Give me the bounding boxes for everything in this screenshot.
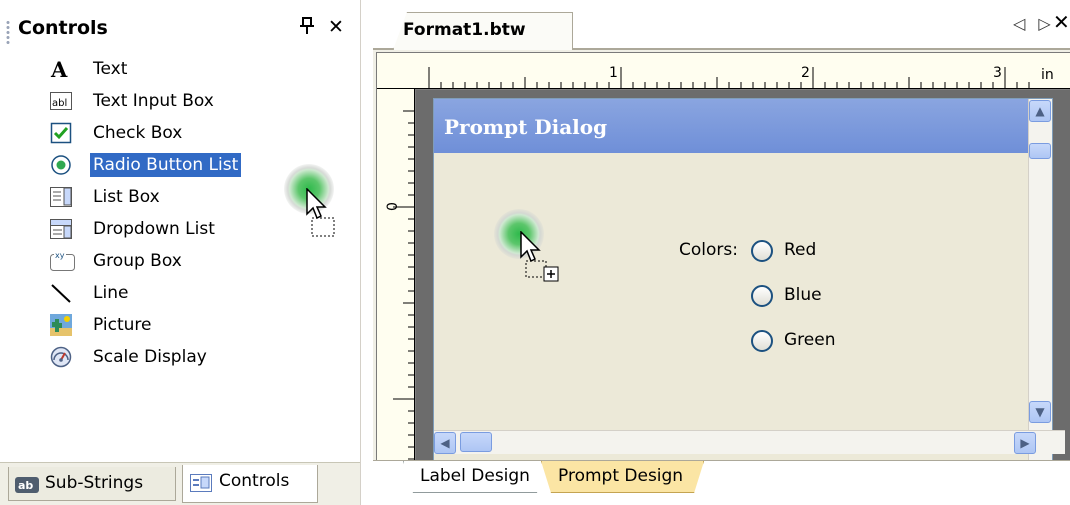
ruler-number: 0 (385, 202, 401, 211)
dialog-title: Prompt Dialog (444, 115, 608, 139)
radio-circle (751, 330, 773, 352)
design-canvas[interactable]: Prompt Dialog Colors: Red Blue Green ▲ ▼… (416, 90, 1070, 478)
document-tab-label: Format1.btw (403, 20, 526, 40)
svg-text:ab: ab (18, 479, 33, 492)
panel-splitter[interactable] (360, 0, 373, 505)
tab-scroll-arrows[interactable]: ◁ ▷ (1013, 14, 1055, 33)
ruler-number: 1 (609, 65, 618, 81)
pin-glyph (300, 17, 314, 34)
drag-cursor-icon (306, 188, 335, 237)
tab-label: Sub-Strings (45, 473, 144, 493)
radio-button-icon (50, 154, 72, 176)
dialog-titlebar: Prompt Dialog (434, 99, 1052, 153)
control-item-label: Text (93, 59, 128, 79)
control-item-text-input-box[interactable]: abl Text Input Box (30, 86, 290, 116)
close-icon[interactable]: ✕ (328, 16, 344, 38)
svg-text:abl: abl (52, 98, 67, 109)
text-input-box-icon: abl (50, 90, 72, 112)
radio-option-label: Blue (784, 285, 822, 305)
scale-display-icon (50, 346, 72, 368)
radio-option-blue[interactable]: Blue (751, 284, 871, 310)
colors-label: Colors: (679, 240, 738, 260)
prompt-dialog: Prompt Dialog Colors: Red Blue Green ▲ ▼… (433, 98, 1065, 478)
control-item-line[interactable]: Line (30, 278, 290, 308)
ruler-number: 3 (993, 65, 1002, 81)
control-item-label: Radio Button List (90, 153, 242, 177)
radio-option-label: Red (784, 240, 817, 260)
control-item-dropdown-list[interactable]: Dropdown List (30, 214, 290, 244)
group-box-icon: xy (50, 250, 75, 272)
radio-option-green[interactable]: Green (751, 329, 871, 355)
control-item-list-box[interactable]: List Box (30, 182, 290, 212)
tab-controls[interactable]: Controls (182, 465, 318, 503)
dropdown-list-icon (50, 218, 72, 240)
vertical-ruler-ticks: 0 (385, 110, 415, 460)
control-item-label: List Box (93, 187, 160, 207)
control-item-group-box[interactable]: xy Group Box (30, 246, 290, 276)
scroll-down-icon[interactable]: ▼ (1029, 401, 1051, 423)
control-item-label: Scale Display (93, 347, 207, 367)
ruler-ticks: 1 2 3 in (428, 65, 1054, 89)
ab-icon: ab (15, 474, 39, 494)
control-item-label: Picture (93, 315, 152, 335)
document-area: Format1.btw ◁ ▷ ✕ 1 2 3 in 0 Prompt Dialog … (373, 0, 1070, 505)
radio-option-label: Green (784, 330, 836, 350)
radio-circle (751, 285, 773, 307)
horizontal-ruler: 1 2 3 in (377, 53, 1070, 89)
control-item-check-box[interactable]: Check Box (30, 118, 290, 148)
horizontal-scrollbar[interactable]: ◀ ▶ (434, 430, 1065, 454)
scroll-up-icon[interactable]: ▲ (1029, 100, 1051, 122)
controls-panel: Controls ✕ A Text abl Text Input Box Che… (0, 0, 360, 505)
svg-text:xy: xy (55, 251, 65, 260)
scroll-right-icon[interactable]: ▶ (1014, 432, 1036, 454)
control-item-scale-display[interactable]: Scale Display (30, 342, 290, 372)
control-item-radio-button-list[interactable]: Radio Button List (30, 150, 290, 180)
controls-icon (189, 472, 213, 492)
control-item-picture[interactable]: Picture (30, 310, 290, 340)
vertical-scrollbar[interactable]: ▲ ▼ (1028, 99, 1052, 477)
grip-handle[interactable] (6, 20, 10, 46)
panel-footer-tabs: ab Sub-Strings Controls (0, 462, 360, 505)
design-mode-tabs: Label Design Prompt Design (373, 460, 1070, 505)
control-item-text[interactable]: A Text (30, 54, 290, 84)
scroll-thumb[interactable] (1029, 143, 1051, 159)
pin-icon[interactable] (298, 16, 316, 41)
radio-option-red[interactable]: Red (751, 239, 871, 265)
check-box-icon (50, 122, 72, 144)
horizontal-scroll-thumb[interactable] (460, 432, 492, 452)
line-icon (50, 282, 72, 304)
list-box-icon (50, 186, 72, 208)
control-item-label: Text Input Box (93, 91, 214, 111)
picture-icon (50, 314, 72, 336)
tab-prompt-design[interactable]: Prompt Design (541, 461, 704, 493)
text-A-icon: A (50, 57, 72, 82)
control-item-label: Group Box (93, 251, 182, 271)
tab-label: Controls (219, 471, 290, 491)
document-tabstrip: Format1.btw ◁ ▷ ✕ (373, 0, 1070, 50)
scroll-left-icon[interactable]: ◀ (434, 432, 456, 454)
panel-title: Controls (18, 17, 108, 39)
design-frame: 1 2 3 in 0 Prompt Dialog Colors: Red Blue (376, 52, 1070, 478)
document-close-icon[interactable]: ✕ (1053, 10, 1070, 34)
tab-label-design[interactable]: Label Design (403, 461, 547, 493)
control-item-label: Dropdown List (93, 219, 215, 239)
controls-panel-header: Controls ✕ (0, 0, 360, 60)
drop-cursor-icon (520, 231, 559, 282)
control-item-label: Line (93, 283, 129, 303)
ruler-unit: in (1041, 67, 1054, 83)
ruler-number: 2 (801, 65, 810, 81)
tab-sub-strings[interactable]: ab Sub-Strings (8, 467, 176, 501)
svg-text:A: A (50, 58, 68, 80)
control-item-label: Check Box (93, 123, 183, 143)
vertical-ruler: 0 (377, 89, 415, 461)
radio-circle (751, 240, 773, 262)
